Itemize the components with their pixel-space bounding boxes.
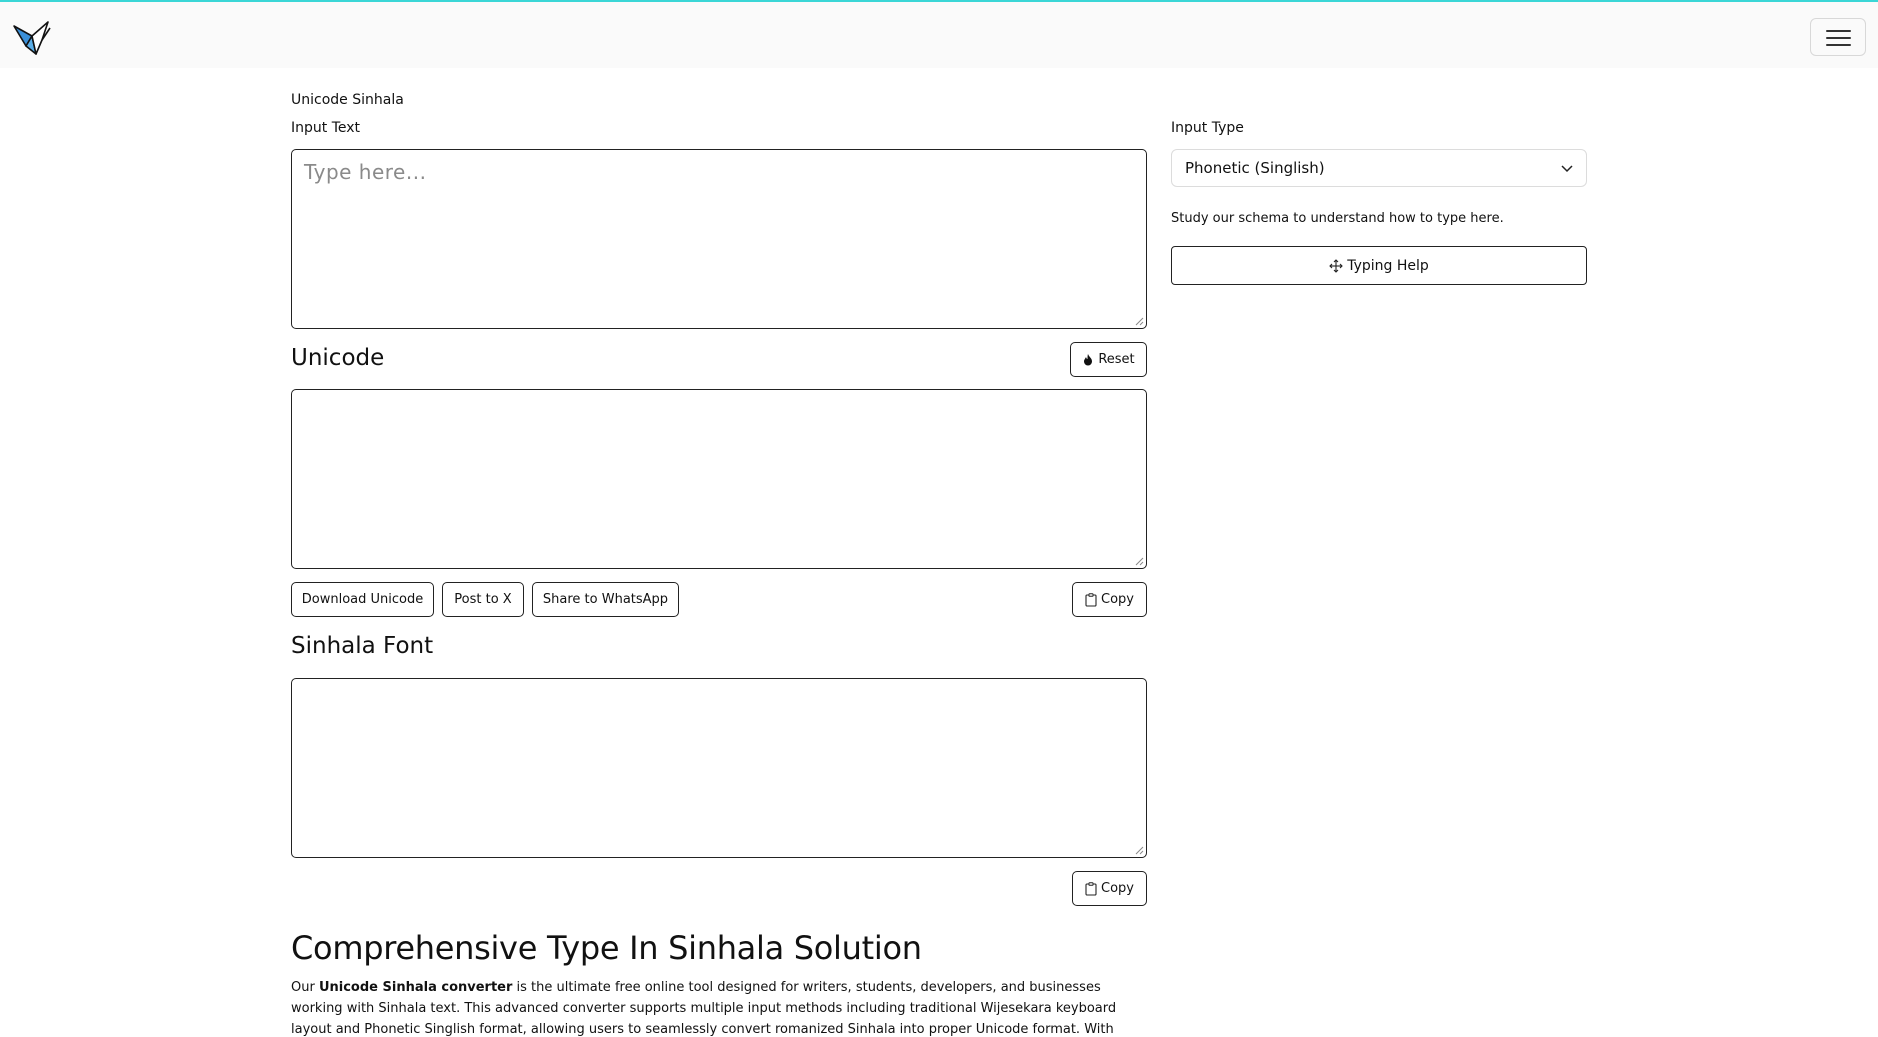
download-unicode-label: Download Unicode: [301, 592, 424, 607]
input-text-label: Input Text: [291, 120, 361, 136]
share-whatsapp-label: Share to WhatsApp: [542, 592, 669, 607]
clipboard-icon: [1085, 881, 1097, 896]
input-type-label: Input Type: [1171, 120, 1244, 136]
origami-bird-icon[interactable]: [12, 18, 52, 56]
input-textarea[interactable]: Type here...: [291, 149, 1147, 329]
clipboard-icon: [1085, 592, 1097, 607]
unicode-output-textarea[interactable]: [291, 389, 1147, 569]
copy-sinhala-font-button[interactable]: Copy: [1072, 871, 1147, 906]
input-type-select[interactable]: Phonetic (Singlish): [1171, 149, 1587, 187]
schema-help-text: Study our schema to understand how to ty…: [1171, 211, 1504, 226]
download-unicode-button[interactable]: Download Unicode: [291, 582, 434, 617]
resize-handle[interactable]: [1135, 557, 1144, 566]
chevron-down-icon: [1561, 165, 1573, 173]
typing-help-button[interactable]: Typing Help: [1171, 246, 1587, 285]
copy-unicode-button[interactable]: Copy: [1072, 582, 1147, 617]
typing-help-label: Typing Help: [1347, 257, 1429, 274]
sinhala-font-textarea[interactable]: [291, 678, 1147, 858]
unicode-heading: Unicode: [291, 345, 385, 371]
fire-icon: [1084, 354, 1093, 366]
resize-handle[interactable]: [1135, 846, 1144, 855]
post-to-x-button[interactable]: Post to X: [442, 582, 524, 617]
share-whatsapp-button[interactable]: Share to WhatsApp: [532, 582, 679, 617]
post-to-x-label: Post to X: [454, 592, 512, 607]
input-placeholder: Type here...: [304, 160, 427, 184]
resize-handle[interactable]: [1135, 317, 1144, 326]
hamburger-icon: [1826, 30, 1851, 32]
navbar: [0, 2, 1878, 68]
copy-unicode-label: Copy: [1101, 592, 1134, 607]
article-heading: Comprehensive Type In Sinhala Solution: [291, 929, 922, 967]
move-arrows-icon: [1329, 258, 1343, 273]
article-paragraph: Our Unicode Sinhala converter is the ult…: [291, 980, 1117, 1037]
sinhala-font-heading: Sinhala Font: [291, 633, 434, 659]
input-type-value: Phonetic (Singlish): [1185, 159, 1325, 177]
copy-sinhala-font-label: Copy: [1101, 881, 1134, 896]
article-bold-term: Unicode Sinhala converter: [318, 980, 513, 995]
menu-toggle-button[interactable]: [1810, 18, 1866, 56]
reset-label: Reset: [1098, 352, 1135, 367]
reset-button[interactable]: Reset: [1070, 342, 1147, 377]
page-label: Unicode Sinhala: [291, 92, 404, 108]
